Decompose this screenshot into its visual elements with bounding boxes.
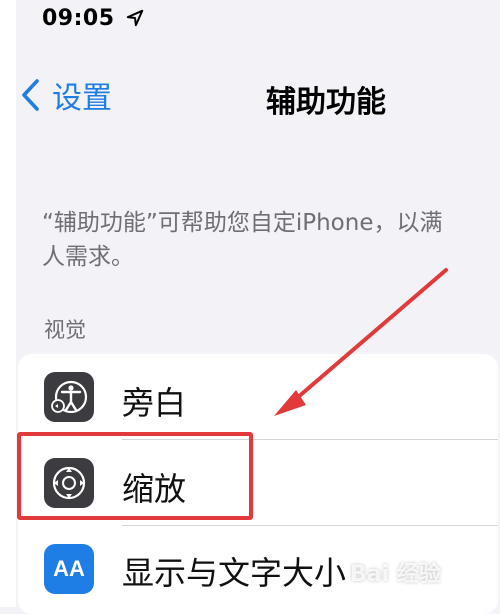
row-voiceover[interactable]: 旁白 — [18, 354, 498, 440]
back-label: 设置 — [52, 81, 112, 116]
left-edge — [0, 0, 16, 607]
watermark: Bai 经验 — [350, 562, 441, 587]
page-title: 辅助功能 — [266, 85, 386, 120]
chevron-left-icon — [22, 79, 39, 111]
back-button[interactable]: 设置 — [20, 73, 112, 117]
voiceover-icon — [44, 372, 94, 422]
row-display-text-size-label: 显示与文字大小 — [122, 554, 347, 592]
section-header-vision: 视觉 — [44, 318, 86, 342]
row-zoom[interactable]: 缩放 — [18, 440, 498, 526]
zoom-icon — [44, 458, 94, 508]
description-text: “辅助功能”可帮助您自定iPhone，以满 人需求。 — [42, 206, 484, 274]
status-time: 09:05 — [42, 6, 115, 31]
row-voiceover-label: 旁白 — [122, 384, 187, 422]
display-text-size-icon: AA — [44, 544, 94, 594]
description-line-2: 人需求。 — [42, 244, 134, 270]
description-line-1: “辅助功能”可帮助您自定iPhone，以满 — [42, 210, 443, 236]
location-arrow-icon — [126, 9, 144, 27]
row-zoom-label: 缩放 — [122, 470, 187, 508]
